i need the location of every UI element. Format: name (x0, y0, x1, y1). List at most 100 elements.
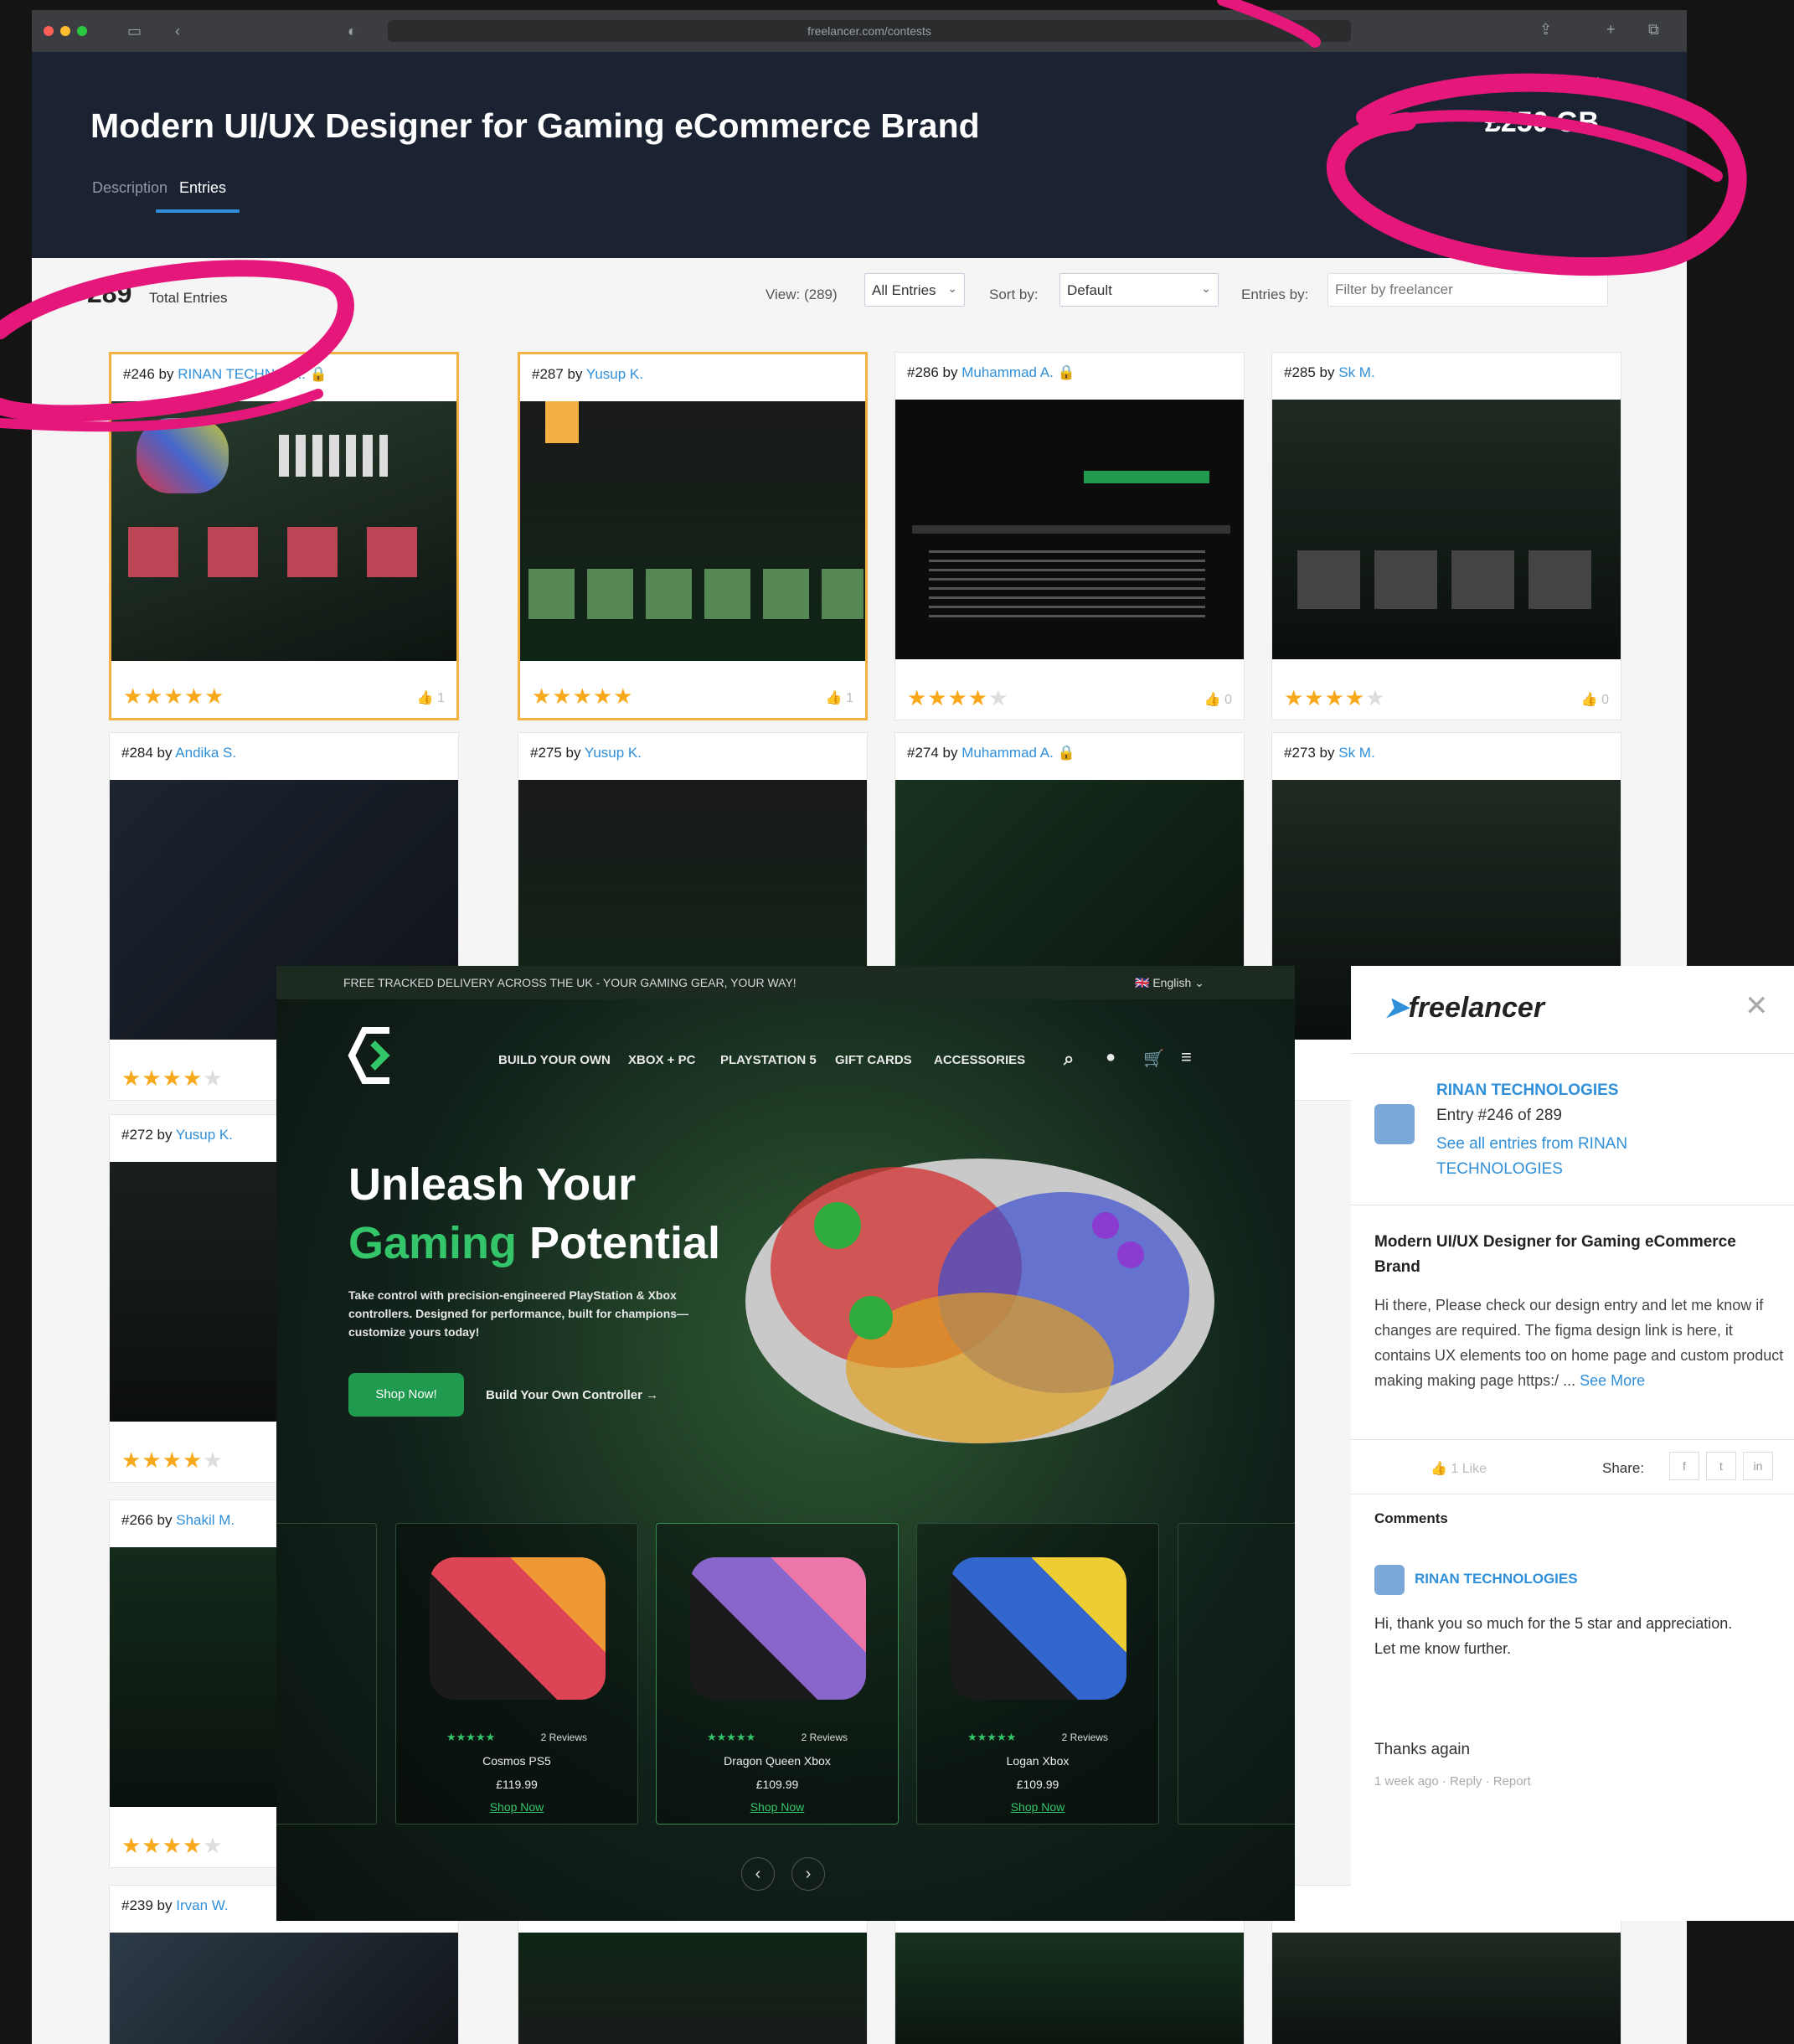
star-rating: ★★★★★ (121, 1448, 224, 1473)
shield-icon[interactable]: ◐ (348, 23, 357, 40)
nav-xbox-pc[interactable]: XBOX + PC (628, 1053, 695, 1067)
entry-author[interactable]: Andika S. (175, 745, 236, 761)
facebook-icon[interactable]: f (1669, 1452, 1699, 1480)
share-icon[interactable]: ⇪ (1539, 21, 1552, 39)
entry-author[interactable]: Shakil M. (176, 1512, 235, 1528)
entry-author[interactable]: Irvan W. (176, 1897, 228, 1913)
entry-author[interactable]: RINAN TECHNOL... (178, 366, 306, 382)
entry-thumbnail[interactable] (518, 1933, 867, 2044)
entry-author[interactable]: Yusup K. (176, 1127, 233, 1143)
like-count-value: 1 (437, 691, 445, 705)
nav-build-your-own[interactable]: BUILD YOUR OWN (498, 1053, 611, 1067)
product-name: Logan Xbox (1006, 1754, 1070, 1768)
see-all-entries-link[interactable]: See all entries from RINAN TECHNOLOGIES (1436, 1132, 1688, 1182)
shop-now-link[interactable]: Shop Now (657, 1800, 898, 1814)
entry-number: #246 by (123, 366, 174, 382)
product-image (951, 1557, 1126, 1700)
star-rating: ★★★★★ (1284, 685, 1386, 710)
like-count[interactable]: 👍 1 (826, 689, 853, 706)
chevron-down-icon: ⌄ (1201, 281, 1211, 295)
comment-author[interactable]: RINAN TECHNOLOGIES (1415, 1571, 1578, 1587)
address-bar[interactable]: freelancer.com/contests (388, 20, 1351, 42)
product-image (690, 1557, 866, 1700)
shop-now-button[interactable]: Shop Now! (348, 1373, 464, 1417)
entry-details-panel: ➤freelancer ✕ RINAN TECHNOLOGIES Entry #… (1351, 966, 1794, 1921)
linkedin-icon[interactable]: in (1743, 1452, 1773, 1480)
build-controller-link[interactable]: Build Your Own Controller → (486, 1388, 658, 1402)
share-nodes-icon[interactable]: ⋖ (1584, 71, 1601, 94)
user-icon[interactable]: ● (1106, 1048, 1116, 1067)
brand-logo-icon[interactable] (339, 1018, 415, 1093)
entry-card[interactable]: #287 by Yusup K. ★★★★★ 👍 1 (518, 352, 868, 720)
freelancer-bird-icon: ➤ (1384, 992, 1409, 1024)
nav-playstation[interactable]: PLAYSTATION 5 (720, 1053, 817, 1067)
entry-thumbnail[interactable] (895, 1933, 1244, 2044)
sort-select[interactable]: Default ⌄ (1059, 273, 1219, 307)
entry-author[interactable]: Yusup K. (585, 745, 642, 761)
hero-lead: Take control with precision-engineered P… (348, 1288, 689, 1339)
menu-icon[interactable]: ≡ (1181, 1046, 1192, 1068)
commenter-avatar[interactable] (1374, 1565, 1405, 1595)
nav-accessories[interactable]: ACCESSORIES (934, 1053, 1025, 1067)
like-count[interactable]: 👍 0 (1204, 691, 1232, 708)
entry-author[interactable]: Sk M. (1338, 745, 1374, 761)
language-selector[interactable]: 🇬🇧 English ⌄ (1135, 966, 1204, 999)
entry-card[interactable]: #285 by Sk M. ★★★★★ 👍 0 (1271, 352, 1621, 720)
like-count[interactable]: 👍 1 (417, 689, 445, 706)
entry-header: #273 by Sk M. (1284, 745, 1375, 761)
tab-description[interactable]: Description (92, 179, 168, 197)
entry-thumbnail[interactable] (895, 400, 1244, 659)
lock-icon: 🔒 (1057, 745, 1075, 761)
view-select[interactable]: All Entries ⌄ (864, 273, 965, 307)
entry-number: #266 by (121, 1512, 173, 1528)
product-card[interactable]: ★★★★★ 2 Reviews Dragon Queen Xbox £109.9… (656, 1523, 899, 1825)
see-more-link[interactable]: See More (1580, 1372, 1645, 1389)
cart-icon[interactable]: 🛒 (1143, 1048, 1164, 1069)
entry-author[interactable]: Sk M. (1338, 364, 1374, 380)
bookmark-icon[interactable]: ▣ (1549, 71, 1569, 94)
entry-thumbnail[interactable] (110, 1933, 458, 2044)
comment-reply-text: Thanks again (1374, 1741, 1471, 1758)
product-card[interactable]: ★★★★★ 2 Reviews Cosmos PS5 £119.99 Shop … (395, 1523, 638, 1825)
carousel-prev-button[interactable]: ‹ (741, 1857, 775, 1891)
entry-number: #239 by (121, 1897, 173, 1913)
entry-author[interactable]: Muhammad A. (961, 364, 1054, 380)
nav-gift-cards[interactable]: GIFT CARDS (835, 1053, 912, 1067)
divider (1351, 1439, 1794, 1440)
comment-meta[interactable]: 1 week ago · Reply · Report (1374, 1774, 1531, 1788)
entry-card[interactable]: #246 by RINAN TECHNOL... 🔒 ★★★★★ 👍 1 (109, 352, 459, 720)
tab-entries[interactable]: Entries (179, 179, 226, 197)
like-count[interactable]: 👍 0 (1581, 691, 1609, 708)
seller-name[interactable]: RINAN TECHNOLOGIES (1436, 1081, 1618, 1100)
entry-author[interactable]: Yusup K. (586, 366, 643, 382)
sidebar-icon[interactable]: ▭ (127, 23, 142, 40)
minimize-window-icon[interactable] (60, 26, 70, 36)
product-card[interactable]: ★★★★★ 2 Reviews Logan Xbox £109.99 Shop … (916, 1523, 1159, 1825)
close-icon[interactable]: ✕ (1745, 989, 1769, 1023)
carousel-next-button[interactable]: › (791, 1857, 825, 1891)
like-button[interactable]: 👍 1 Like (1431, 1460, 1487, 1477)
entries-by-label: Entries by: (1241, 286, 1309, 302)
close-window-icon[interactable] (44, 26, 54, 36)
filter-freelancer-input[interactable] (1327, 273, 1608, 307)
entry-thumbnail[interactable] (520, 401, 865, 661)
seller-avatar[interactable] (1374, 1104, 1415, 1144)
product-price: £119.99 (496, 1778, 538, 1791)
tabs-overview-icon[interactable]: ⧉ (1648, 21, 1659, 39)
shop-now-link[interactable]: Shop Now (396, 1800, 637, 1814)
zoom-window-icon[interactable] (77, 26, 87, 36)
hero-heading-rest: Potential (517, 1218, 721, 1268)
entry-card[interactable]: #286 by Muhammad A. 🔒 ★★★★★ 👍 0 (894, 352, 1245, 720)
language-label: English (1152, 976, 1192, 989)
new-tab-icon[interactable]: + (1606, 21, 1616, 39)
shop-now-link[interactable]: Shop Now (917, 1800, 1158, 1814)
entry-thumbnail[interactable] (111, 401, 456, 661)
entry-thumbnail[interactable] (1272, 1933, 1621, 2044)
star-rating: ★★★★★ (121, 1066, 224, 1091)
entry-thumbnail[interactable] (1272, 400, 1621, 659)
entry-header: #246 by RINAN TECHNOL... 🔒 (123, 366, 327, 383)
search-icon[interactable]: ⌕ (1064, 1048, 1074, 1070)
twitter-icon[interactable]: t (1706, 1452, 1736, 1480)
entry-author[interactable]: Muhammad A. (961, 745, 1054, 761)
back-icon[interactable]: ‹ (175, 23, 180, 40)
